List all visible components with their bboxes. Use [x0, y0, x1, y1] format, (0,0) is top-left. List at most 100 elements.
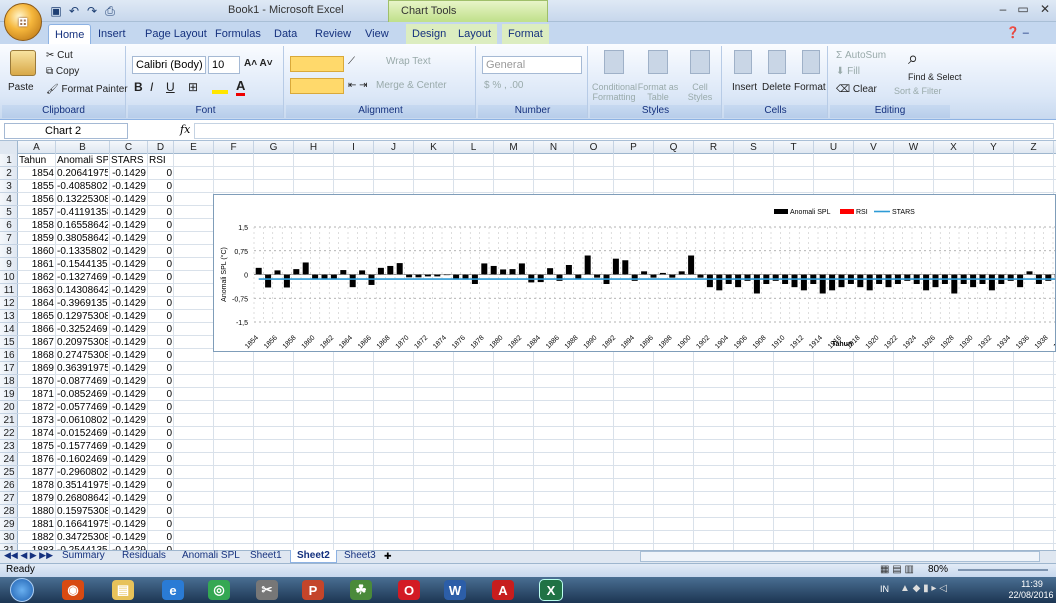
column-header-K[interactable]: K: [414, 141, 454, 154]
cell-styles-button[interactable]: Cell Styles: [680, 82, 720, 102]
cell[interactable]: 1875: [19, 440, 54, 453]
cell[interactable]: -0.1429: [111, 206, 146, 219]
cell[interactable]: 0: [149, 284, 172, 297]
format-as-table-button[interactable]: Format as Table: [636, 82, 680, 102]
cell[interactable]: 1862: [19, 271, 54, 284]
column-header-H[interactable]: H: [294, 141, 334, 154]
tab-formulas[interactable]: Formulas: [209, 24, 267, 44]
tab-page-layout[interactable]: Page Layout: [139, 24, 213, 44]
tab-insert[interactable]: Insert: [92, 24, 132, 44]
cell[interactable]: 0: [149, 492, 172, 505]
row-header-21[interactable]: 21: [0, 414, 18, 427]
cell[interactable]: 0: [149, 193, 172, 206]
column-header-J[interactable]: J: [374, 141, 414, 154]
row-header-8[interactable]: 8: [0, 245, 18, 258]
cell[interactable]: 1856: [19, 193, 54, 206]
delete-cells-button[interactable]: Delete: [762, 82, 791, 93]
column-header-B[interactable]: B: [56, 141, 110, 154]
cell[interactable]: Anomali SPL: [57, 154, 108, 167]
cell[interactable]: 1870: [19, 375, 54, 388]
cell[interactable]: 1880: [19, 505, 54, 518]
cell[interactable]: 0.347253086: [57, 531, 108, 544]
save-icon[interactable]: ▣: [48, 3, 64, 19]
column-header-F[interactable]: F: [214, 141, 254, 154]
paste-icon[interactable]: [10, 50, 36, 76]
bold-icon[interactable]: B: [134, 80, 143, 94]
column-header-O[interactable]: O: [574, 141, 614, 154]
font-size-select[interactable]: 10: [208, 56, 240, 74]
cell[interactable]: -0.1429: [111, 297, 146, 310]
column-header-W[interactable]: W: [894, 141, 934, 154]
excel-icon[interactable]: X: [539, 579, 563, 601]
column-header-D[interactable]: D: [148, 141, 174, 154]
sheet-tab-anomali-spl[interactable]: Anomali SPL: [176, 550, 246, 563]
row-header-26[interactable]: 26: [0, 479, 18, 492]
row-header-14[interactable]: 14: [0, 323, 18, 336]
row-header-15[interactable]: 15: [0, 336, 18, 349]
row-header-1[interactable]: 1: [0, 154, 18, 167]
zoom-slider[interactable]: [958, 569, 1048, 571]
row-header-10[interactable]: 10: [0, 271, 18, 284]
cell[interactable]: -0.41191358: [57, 206, 108, 219]
row-header-22[interactable]: 22: [0, 427, 18, 440]
cut-button[interactable]: ✂ Cut: [46, 50, 73, 61]
cell[interactable]: 0: [149, 310, 172, 323]
column-header-X[interactable]: X: [934, 141, 974, 154]
cell[interactable]: 1871: [19, 388, 54, 401]
redo-icon[interactable]: ↷: [84, 3, 100, 19]
orientation-icon[interactable]: ⟋: [348, 56, 355, 67]
cell[interactable]: -0.1429: [111, 466, 146, 479]
cell[interactable]: 0: [149, 245, 172, 258]
column-header-P[interactable]: P: [614, 141, 654, 154]
column-header-U[interactable]: U: [814, 141, 854, 154]
app-icon[interactable]: ☘: [350, 580, 372, 600]
cell[interactable]: -0.1429: [111, 219, 146, 232]
print-preview-icon[interactable]: ⎙: [102, 3, 118, 19]
wrap-text-button[interactable]: Wrap Text: [386, 56, 431, 67]
cell[interactable]: 1872: [19, 401, 54, 414]
clear-button[interactable]: ⌫ Clear: [836, 84, 877, 95]
column-header-S[interactable]: S: [734, 141, 774, 154]
cell[interactable]: -0.1429: [111, 310, 146, 323]
cell[interactable]: 0: [149, 479, 172, 492]
column-header-N[interactable]: N: [534, 141, 574, 154]
firefox-icon[interactable]: ◉: [62, 580, 84, 600]
row-header-27[interactable]: 27: [0, 492, 18, 505]
paste-button[interactable]: Paste: [8, 82, 34, 93]
font-color-icon[interactable]: A: [236, 78, 246, 96]
chrome-icon[interactable]: ◎: [208, 580, 230, 600]
underline-icon[interactable]: U: [166, 80, 175, 94]
sheet-tab-sheet2[interactable]: Sheet2: [290, 550, 337, 563]
cell[interactable]: 1855: [19, 180, 54, 193]
row-header-9[interactable]: 9: [0, 258, 18, 271]
cell[interactable]: 0.132253086: [57, 193, 108, 206]
cell[interactable]: 1874: [19, 427, 54, 440]
align-top-icon[interactable]: [290, 56, 344, 72]
column-header-C[interactable]: C: [110, 141, 148, 154]
tab-view[interactable]: View: [359, 24, 395, 44]
cell[interactable]: -0.1429: [111, 180, 146, 193]
cell[interactable]: 0.159753086: [57, 505, 108, 518]
column-header-G[interactable]: G: [254, 141, 294, 154]
align-center-icon[interactable]: [290, 78, 344, 94]
word-icon[interactable]: W: [444, 580, 466, 600]
cell[interactable]: 0: [149, 518, 172, 531]
column-header-I[interactable]: I: [334, 141, 374, 154]
cell[interactable]: -0.13358025: [57, 245, 108, 258]
zoom-level[interactable]: 80%: [928, 564, 948, 575]
borders-icon[interactable]: ⊞: [188, 80, 198, 94]
cell[interactable]: -0.01524691: [57, 427, 108, 440]
cell[interactable]: 0.351419753: [57, 479, 108, 492]
cell[interactable]: 0: [149, 180, 172, 193]
fx-icon[interactable]: fx: [180, 123, 190, 136]
sheet-tab-residuals[interactable]: Residuals: [116, 550, 172, 563]
cell[interactable]: 1858: [19, 219, 54, 232]
cell[interactable]: 0: [149, 453, 172, 466]
cell[interactable]: -0.1429: [111, 531, 146, 544]
sheet-tab-sheet3[interactable]: Sheet3: [338, 550, 382, 563]
row-header-20[interactable]: 20: [0, 401, 18, 414]
tray-icons[interactable]: ▲ ◆ ▮ ▸ ◁: [900, 583, 947, 594]
row-header-18[interactable]: 18: [0, 375, 18, 388]
row-header-23[interactable]: 23: [0, 440, 18, 453]
fill-button[interactable]: ⬇ Fill: [836, 66, 860, 77]
